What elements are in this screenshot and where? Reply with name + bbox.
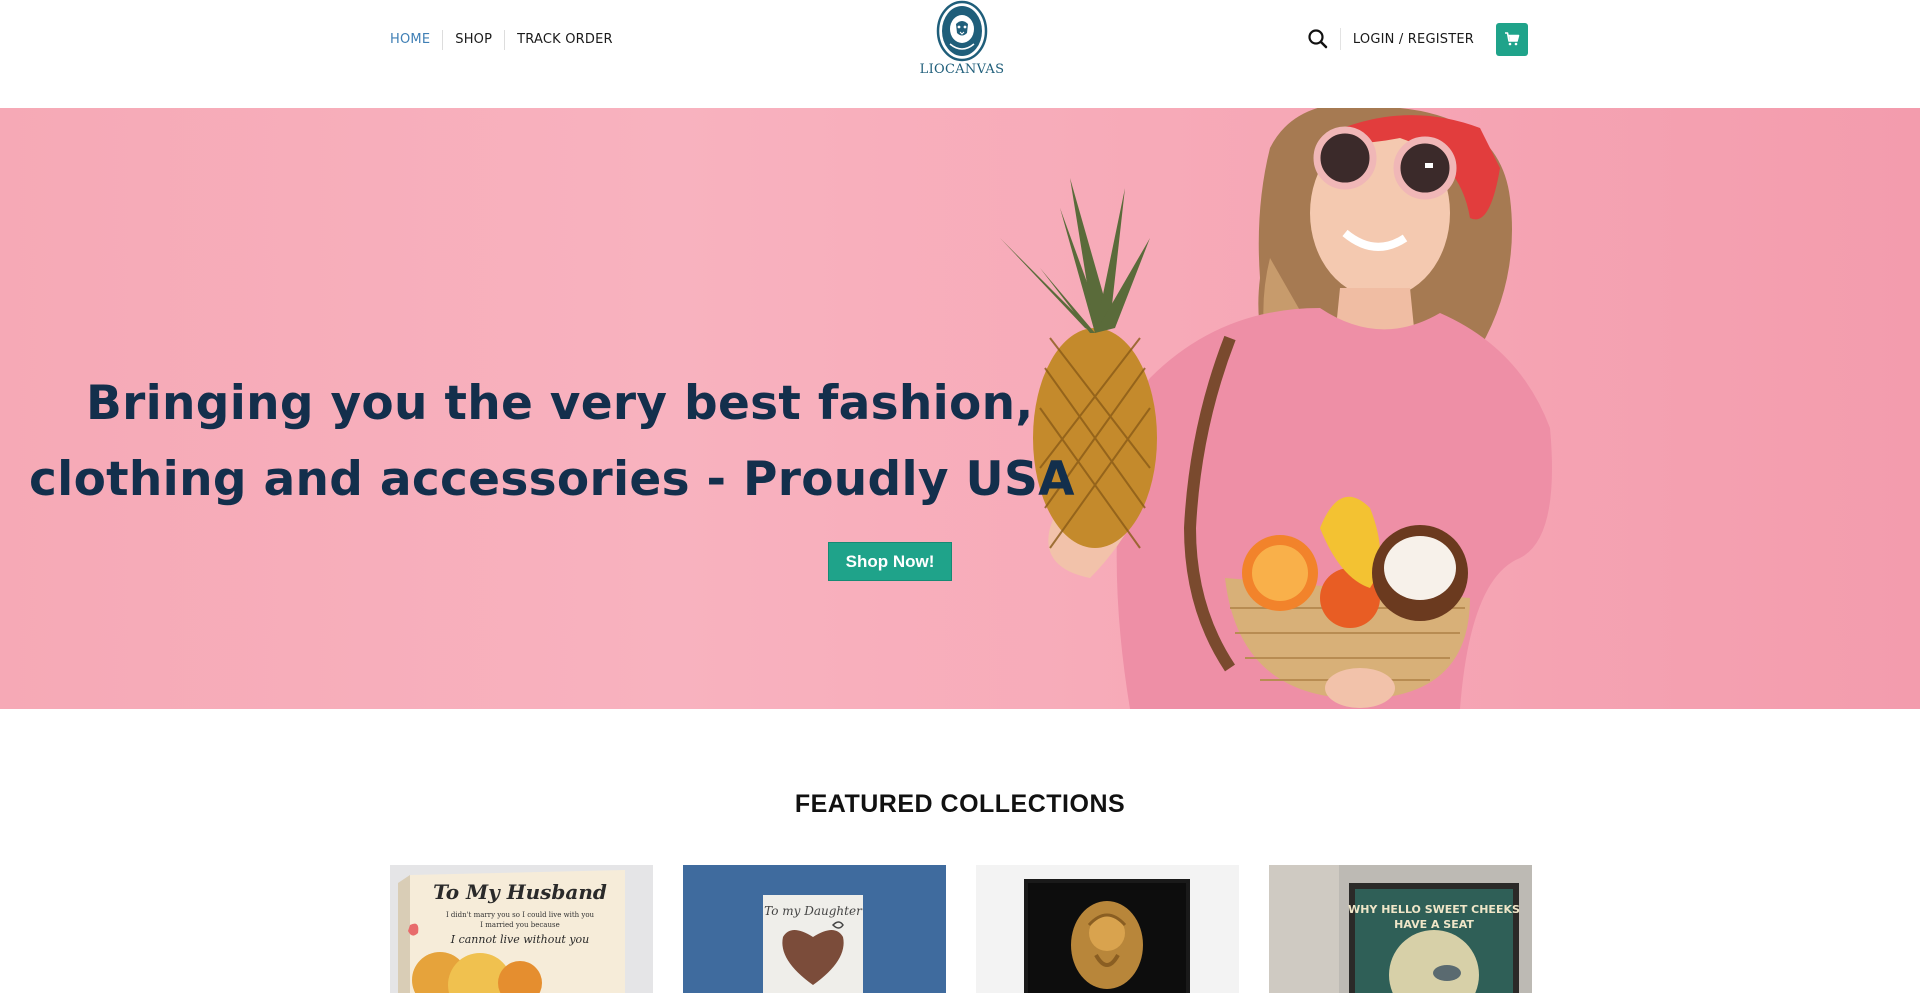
- collection-image: To my Daughter: [683, 865, 946, 993]
- featured-collections-title: FEATURED COLLECTIONS: [794, 790, 1126, 818]
- cart-icon: [1505, 32, 1520, 46]
- shop-now-button[interactable]: Shop Now!: [828, 542, 952, 581]
- nav-track-order[interactable]: TRACK ORDER: [504, 30, 625, 50]
- login-register-link[interactable]: LOGIN / REGISTER: [1353, 32, 1474, 47]
- collection-card[interactable]: WHY HELLO SWEET CHEEKS HAVE A SEAT: [1269, 865, 1532, 993]
- collections-grid: To My Husband I didn't marry you so I co…: [390, 865, 1532, 993]
- hero-banner: Bringing you the very best fashion, clot…: [0, 108, 1920, 709]
- cart-button[interactable]: [1496, 22, 1528, 56]
- site-header: HOME SHOP TRACK ORDER LIOCANVAS LOGIN / …: [0, 0, 1920, 108]
- card-subtitle: I didn't marry you so I could live with …: [446, 911, 595, 919]
- header-actions: LOGIN / REGISTER: [1306, 22, 1528, 56]
- search-icon[interactable]: [1306, 27, 1330, 51]
- card-tagline: I cannot live without you: [450, 933, 590, 946]
- collection-image: WHY HELLO SWEET CHEEKS HAVE A SEAT: [1269, 865, 1532, 993]
- card-subtitle2: I married you because: [480, 921, 559, 929]
- collection-card[interactable]: To my Daughter: [683, 865, 946, 993]
- collection-card[interactable]: [976, 865, 1239, 993]
- card-title: To My Husband: [433, 880, 607, 904]
- hero-headline-line2: clothing and accessories - Proudly USA: [29, 452, 1075, 507]
- card-title: To my Daughter: [764, 904, 863, 918]
- card-subtitle: HAVE A SEAT: [1394, 918, 1474, 931]
- header-divider: [1339, 28, 1341, 50]
- collection-card[interactable]: To My Husband I didn't marry you so I co…: [390, 865, 653, 993]
- nav-home[interactable]: HOME: [390, 30, 442, 50]
- main-nav: HOME SHOP TRACK ORDER: [390, 30, 625, 50]
- collection-image: To My Husband I didn't marry you so I co…: [390, 865, 653, 993]
- hero-headline-line1: Bringing you the very best fashion,: [86, 376, 1034, 431]
- nav-shop[interactable]: SHOP: [442, 30, 504, 50]
- lion-logo-icon: [936, 0, 988, 62]
- site-logo[interactable]: LIOCANVAS: [917, 0, 1007, 84]
- collection-image: [976, 865, 1239, 993]
- logo-text: LIOCANVAS: [919, 62, 1005, 77]
- card-title: WHY HELLO SWEET CHEEKS: [1348, 903, 1520, 916]
